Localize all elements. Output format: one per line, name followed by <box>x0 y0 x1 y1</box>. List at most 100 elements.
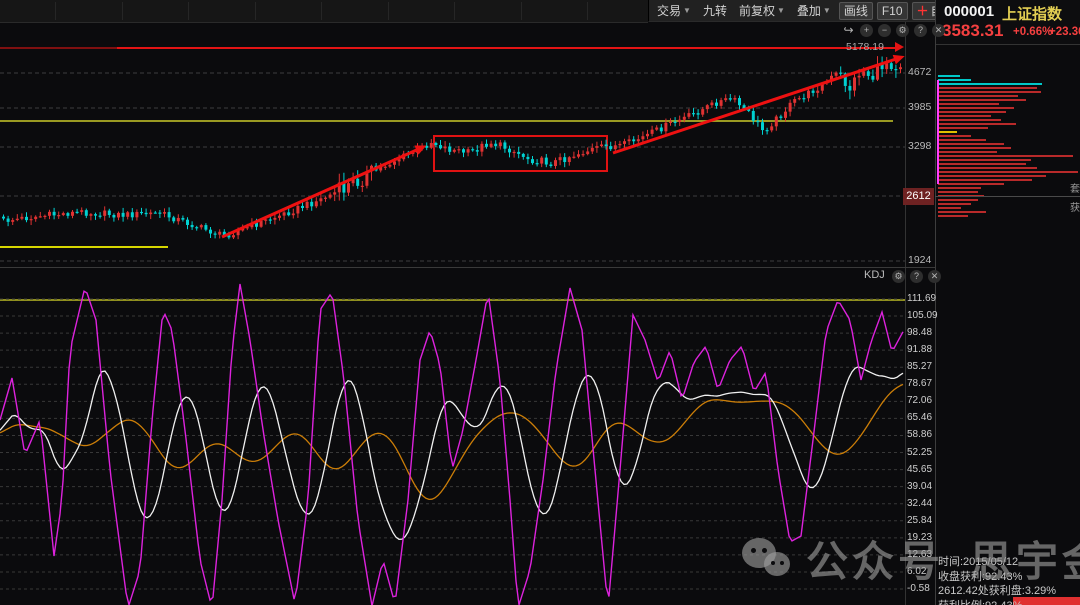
kdj-axis-label: 85.27 <box>907 361 933 373</box>
kdj-axis-label: 25.84 <box>907 514 933 526</box>
chip-bar <box>938 103 999 105</box>
kdj-axis-label: 111.69 <box>907 293 937 304</box>
price-axis-label: 2612 <box>903 188 934 205</box>
kdj-settings-icon[interactable]: ⚙ <box>892 270 905 283</box>
kdj-tool-icons: ⚙? ✕ <box>892 270 941 283</box>
zoom-in-icon[interactable]: + <box>860 24 873 37</box>
chip-bar <box>938 83 1042 85</box>
chip-side-label: 获 <box>1070 203 1080 214</box>
chip-bar <box>938 215 968 217</box>
tab-separator <box>121 2 123 20</box>
kdj-axis-label: 58.86 <box>907 429 933 441</box>
chip-bar <box>938 131 957 133</box>
chevron-down-icon: ▼ <box>683 6 691 15</box>
kdj-axis-label: 65.46 <box>907 412 933 424</box>
chip-bar <box>938 95 1018 97</box>
price-axis-label: 4672 <box>908 66 932 78</box>
chip-bar <box>938 111 1006 113</box>
chip-bar <box>938 87 1037 89</box>
chart-tool-icons: ↪ + − ⚙? ✕ <box>842 24 945 37</box>
tab-separator <box>188 2 189 20</box>
tab-separator <box>387 2 389 20</box>
chart-toolbar: 交易▼九转前复权▼叠加▼画线F10＋自选▼» <box>648 0 983 22</box>
tab-separator <box>454 2 455 20</box>
quote-panel: 000001 上证指数 3583.31 +0.66% +23.36 <box>936 0 1080 45</box>
chip-bar <box>938 75 960 77</box>
wechat-icon <box>742 536 794 582</box>
tab-separator <box>55 2 56 20</box>
chip-info-line: 获利比例:92.43% <box>938 597 1022 605</box>
peak-price-label: 5178.19 <box>846 41 884 53</box>
chip-bar <box>938 123 1016 125</box>
undo-icon[interactable]: ↪ <box>842 24 855 37</box>
chip-bar <box>938 119 1001 121</box>
tab-separator <box>321 2 322 20</box>
zoom-out-icon[interactable]: − <box>878 24 891 37</box>
kdj-axis-label: 72.06 <box>907 395 933 407</box>
chip-bar <box>938 155 1073 157</box>
tab-separator <box>520 2 522 20</box>
stock-code: 000001 <box>944 3 995 20</box>
kdj-axis-label: 98.48 <box>907 327 933 339</box>
chevron-down-icon: ▼ <box>822 6 831 15</box>
watermark-name: 思宇金融 <box>970 538 1080 585</box>
chevron-down-icon: ▼ <box>776 6 785 15</box>
chip-bar <box>938 143 1004 145</box>
chip-bar <box>938 147 1011 149</box>
overlay-button[interactable]: 叠加 ▼ <box>793 1 835 20</box>
stock-app-window: 交易▼九转前复权▼叠加▼画线F10＋自选▼» 000001 上证指数 3583.… <box>0 0 1080 605</box>
chip-bar <box>938 99 1026 101</box>
price-axis-label: 3985 <box>908 101 932 113</box>
kdj-axis-label: 91.88 <box>907 344 933 356</box>
tab-separator <box>587 2 588 20</box>
chip-bar <box>938 163 1026 165</box>
stock-price: 3583.31 <box>942 21 1004 40</box>
kdj-axis-label: 52.25 <box>907 446 933 458</box>
help-icon[interactable]: ? <box>914 24 927 37</box>
f10-button[interactable]: F10 <box>876 1 908 20</box>
close-icon[interactable]: ✕ <box>932 24 945 37</box>
stock-change-value: +23.36 <box>1049 26 1080 38</box>
axis-divider <box>905 22 906 605</box>
chip-bar <box>938 115 991 117</box>
kdj-help-icon[interactable]: ? <box>910 270 923 283</box>
chip-bar <box>938 191 978 193</box>
watermark-prefix: 公众号 <box>806 538 945 585</box>
chip-bar <box>938 135 971 137</box>
chip-bar <box>938 175 1046 177</box>
chip-bar <box>938 167 1037 169</box>
watermark: 公众号思宇金融 <box>742 528 1080 589</box>
period-tab-strip[interactable] <box>0 0 648 23</box>
kdj-axis-label: 78.67 <box>907 378 933 390</box>
chip-bar <box>938 159 1031 161</box>
chip-bar <box>938 91 1041 93</box>
settings-icon[interactable]: ⚙ <box>896 24 909 37</box>
chip-cost-marker-line <box>937 80 939 184</box>
tab-separator <box>254 2 256 20</box>
chip-bar <box>938 127 988 129</box>
kdj-axis-label: 105.09 <box>907 310 938 322</box>
chip-bar <box>938 187 981 189</box>
adjust-rights-button[interactable]: 前复权 ▼ <box>735 1 789 20</box>
nine-turn-button[interactable]: 九转 <box>699 1 731 20</box>
chip-bar <box>938 171 1078 173</box>
kdj-panel-label: KDJ <box>864 269 885 281</box>
chip-bar <box>938 107 1014 109</box>
chip-bar <box>938 79 971 81</box>
price-axis-label: 3298 <box>908 140 932 152</box>
stock-change-percent: +0.66% <box>1013 26 1053 38</box>
kdj-axis-label: 32.44 <box>907 497 933 509</box>
profit-ratio-bar <box>1013 597 1080 605</box>
chip-distribution-panel <box>936 44 1080 605</box>
chip-bar <box>938 211 986 213</box>
chip-bar <box>938 151 997 153</box>
candlestick-chart[interactable] <box>0 22 905 267</box>
trade-menu-button[interactable]: 交易 ▼ <box>653 1 695 20</box>
chip-bar <box>938 183 1004 185</box>
chip-bar <box>938 199 978 201</box>
chip-price-separator <box>935 196 1080 197</box>
kdj-axis-label: 45.65 <box>907 463 933 475</box>
draw-line-button[interactable]: 画线 <box>838 1 873 20</box>
kdj-axis-label: 39.04 <box>907 480 933 492</box>
chip-bar <box>938 139 986 141</box>
